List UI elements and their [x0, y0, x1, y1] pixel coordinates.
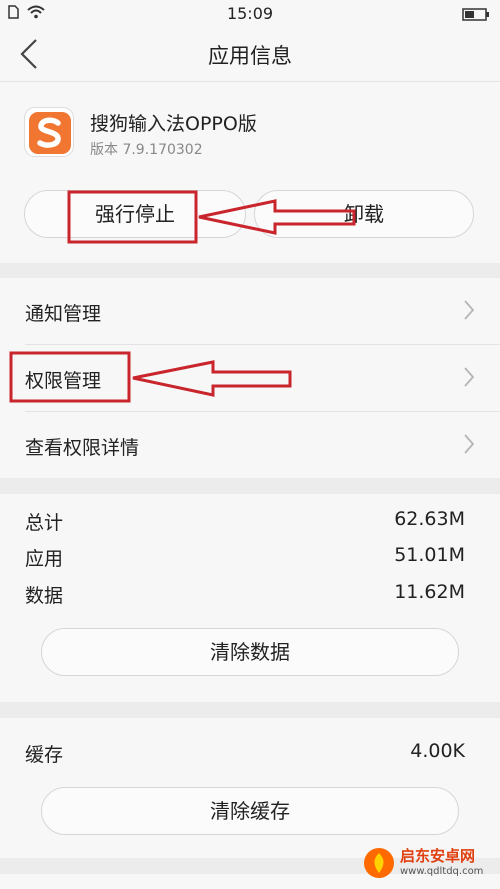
status-bar: 15:09 — [0, 0, 500, 26]
app-version: 版本 7.9.170302 — [90, 142, 203, 158]
watermark-logo-icon — [364, 848, 394, 878]
list-item-label: 查看权限详情 — [25, 437, 140, 459]
watermark-url: www.qdltdq.com — [400, 866, 484, 877]
storage-label: 应用 — [25, 548, 64, 570]
settings-list: 通知管理 权限管理 查看权限详情 — [0, 278, 500, 478]
watermark: 启东安卓网 www.qdltdq.com — [362, 843, 494, 883]
watermark-text: 启东安卓网 — [400, 847, 476, 865]
chevron-right-icon — [464, 367, 475, 387]
status-icons-right — [462, 7, 490, 25]
app-icon — [24, 107, 74, 157]
storage-row-total: 总计 62.63M — [25, 508, 465, 538]
list-item-label: 通知管理 — [25, 303, 102, 325]
storage-label: 数据 — [25, 585, 64, 607]
list-item-notification-management[interactable]: 通知管理 — [0, 278, 500, 344]
sogou-logo — [29, 112, 71, 154]
battery-icon — [462, 8, 489, 21]
app-summary-card: 搜狗输入法OPPO版 版本 7.9.170302 强行停止 卸载 — [0, 83, 500, 263]
status-time: 15:09 — [226, 4, 274, 23]
chevron-right-icon — [464, 300, 475, 320]
chevron-right-icon — [464, 434, 475, 454]
cache-section: 缓存 4.00K 清除缓存 — [0, 718, 500, 858]
uninstall-button[interactable]: 卸载 — [254, 190, 474, 238]
section-divider — [0, 263, 500, 278]
section-divider — [0, 702, 500, 718]
cache-row: 缓存 4.00K — [25, 740, 465, 770]
list-item-permission-management[interactable]: 权限管理 — [0, 345, 500, 411]
list-item-label: 权限管理 — [25, 370, 102, 392]
storage-label: 总计 — [25, 512, 64, 534]
storage-row-data: 数据 11.62M — [25, 581, 465, 611]
section-divider — [0, 478, 500, 494]
app-name: 搜狗输入法OPPO版 — [90, 113, 257, 135]
force-stop-button[interactable]: 强行停止 — [24, 190, 246, 238]
storage-value: 51.01M — [394, 544, 465, 566]
storage-section: 总计 62.63M 应用 51.01M 数据 11.62M 清除数据 — [0, 494, 500, 702]
list-item-permission-details[interactable]: 查看权限详情 — [0, 412, 500, 478]
cache-label: 缓存 — [25, 744, 64, 766]
storage-value: 62.63M — [394, 508, 465, 530]
storage-value: 11.62M — [394, 581, 465, 603]
clear-data-button[interactable]: 清除数据 — [41, 628, 459, 676]
page-title: 应用信息 — [208, 44, 292, 68]
top-bar: 应用信息 — [0, 26, 500, 82]
storage-row-app: 应用 51.01M — [25, 544, 465, 574]
cache-value: 4.00K — [410, 740, 465, 762]
clear-cache-button[interactable]: 清除缓存 — [41, 787, 459, 835]
